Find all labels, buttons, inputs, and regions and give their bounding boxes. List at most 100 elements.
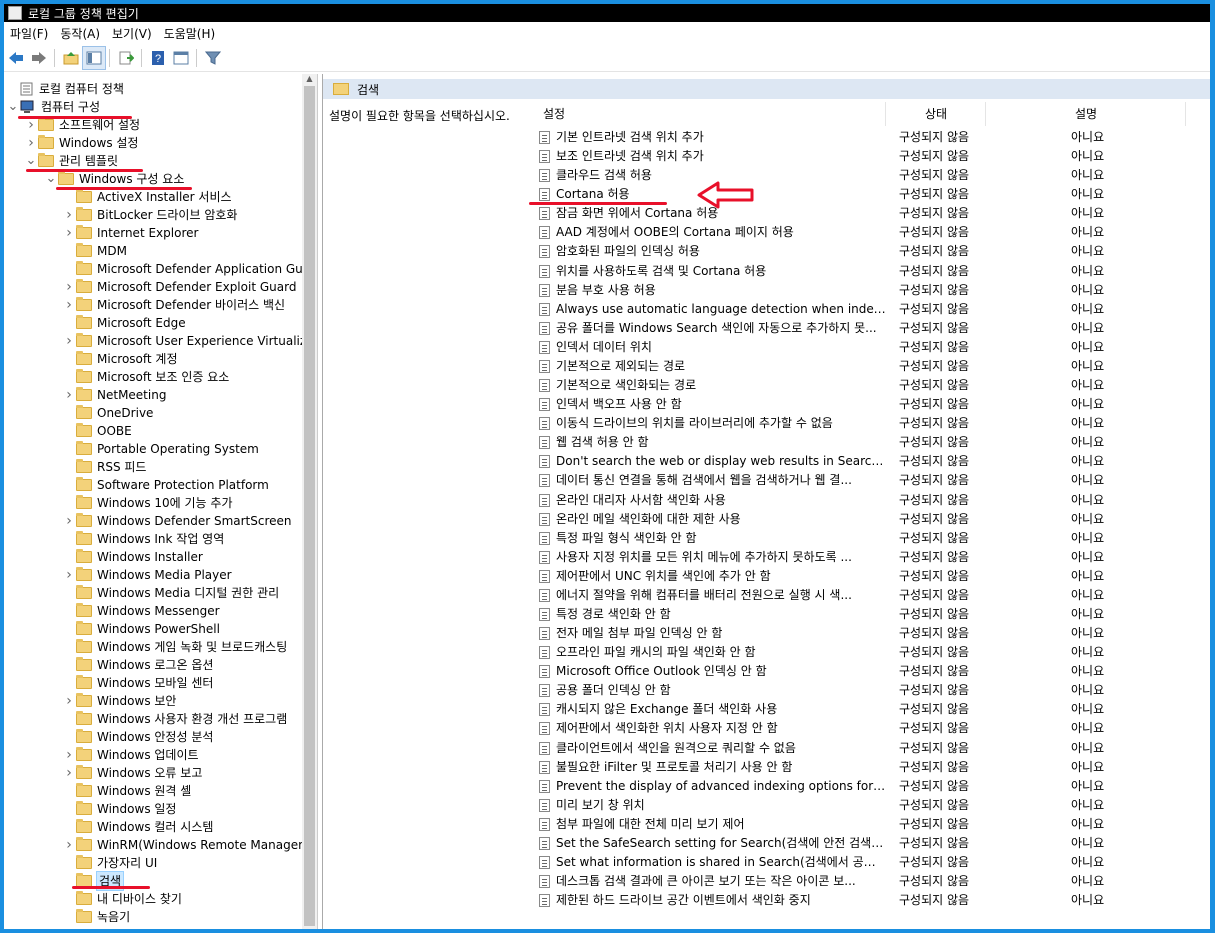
tree-item[interactable]: › Windows 오류 보고 bbox=[62, 764, 202, 782]
show-hide-tree-icon[interactable] bbox=[82, 46, 106, 70]
setting-row[interactable]: 첨부 파일에 대한 전체 미리 보기 제어 구성되지 않음 아니요 bbox=[539, 815, 1104, 834]
tree-item[interactable]: Windows 사용자 환경 개선 프로그램 bbox=[62, 710, 287, 728]
setting-row[interactable]: Set the SafeSearch setting for Search(검색… bbox=[539, 834, 1104, 853]
chevron-right-icon[interactable]: › bbox=[62, 386, 76, 404]
tree-item[interactable]: Windows 원격 셸 bbox=[62, 782, 191, 800]
setting-row[interactable]: 불필요한 iFilter 및 프로토콜 처리기 사용 안 함 구성되지 않음 아니요 bbox=[539, 758, 1104, 777]
setting-row[interactable]: Set what information is shared in Search… bbox=[539, 853, 1104, 872]
setting-row[interactable]: 제어판에서 UNC 위치를 색인에 추가 안 함 구성되지 않음 아니요 bbox=[539, 567, 1104, 586]
chevron-right-icon[interactable]: › bbox=[62, 512, 76, 530]
tree-item[interactable]: Microsoft 보조 인증 요소 bbox=[62, 368, 229, 386]
forward-icon[interactable] bbox=[28, 47, 50, 69]
tree-item[interactable]: Windows 모바일 센터 bbox=[62, 674, 213, 692]
tree-item[interactable]: Windows 일정 bbox=[62, 800, 176, 818]
tree-item[interactable]: ⌄ 관리 템플릿 bbox=[24, 152, 118, 170]
setting-row[interactable]: 미리 보기 창 위치 구성되지 않음 아니요 bbox=[539, 796, 1104, 815]
menu-view[interactable]: 보기(V) bbox=[106, 25, 158, 42]
setting-row[interactable]: 사용자 지정 위치를 모든 위치 메뉴에 추가하지 못하도록 ... 구성되지 않… bbox=[539, 548, 1104, 567]
menu-file[interactable]: 파일(F) bbox=[4, 25, 54, 42]
setting-row[interactable]: 암호화된 파일의 인덱싱 허용 구성되지 않음 아니요 bbox=[539, 242, 1104, 261]
chevron-down-icon[interactable]: ⌄ bbox=[44, 172, 58, 185]
tree-item[interactable]: ⌄ 컴퓨터 구성 bbox=[6, 98, 100, 116]
setting-row[interactable]: 데이터 통신 연결을 통해 검색에서 웹을 검색하거나 웹 결... 구성되지 않… bbox=[539, 471, 1104, 490]
tree-item[interactable]: › Windows Defender SmartScreen bbox=[62, 512, 292, 530]
tree-item[interactable]: Microsoft Defender Application Guar bbox=[62, 260, 315, 278]
scroll-thumb[interactable] bbox=[304, 86, 315, 926]
tree-item[interactable]: MDM bbox=[62, 242, 127, 260]
tree-item[interactable]: ⌄ Windows 구성 요소 bbox=[44, 170, 184, 188]
tree-item[interactable]: › Microsoft Defender Exploit Guard bbox=[62, 278, 296, 296]
tree-scrollbar[interactable]: ▲ bbox=[302, 74, 317, 929]
setting-row[interactable]: 특정 경로 색인화 안 함 구성되지 않음 아니요 bbox=[539, 605, 1104, 624]
setting-row[interactable]: 에너지 절약을 위해 컴퓨터를 배터리 전원으로 실행 시 색... 구성되지 않… bbox=[539, 586, 1104, 605]
help-icon[interactable]: ? bbox=[147, 47, 169, 69]
tree-item[interactable]: 로컬 컴퓨터 정책 bbox=[6, 80, 124, 98]
tree-item[interactable]: Windows 게임 녹화 및 브로드캐스팅 bbox=[62, 638, 287, 656]
tree-item[interactable]: › NetMeeting bbox=[62, 386, 166, 404]
tree-item[interactable]: Windows Messenger bbox=[62, 602, 220, 620]
setting-row[interactable]: 온라인 메일 색인화에 대한 제한 사용 구성되지 않음 아니요 bbox=[539, 510, 1104, 529]
setting-row[interactable]: 기본 인트라넷 검색 위치 추가 구성되지 않음 아니요 bbox=[539, 128, 1104, 147]
tree-item[interactable]: Windows Media 디지털 권한 관리 bbox=[62, 584, 279, 602]
setting-row[interactable]: 전자 메일 첨부 파일 인덱싱 안 함 구성되지 않음 아니요 bbox=[539, 624, 1104, 643]
tree-item[interactable]: Windows Installer bbox=[62, 548, 203, 566]
tree-item[interactable]: 녹음기 bbox=[62, 908, 130, 926]
tree-item[interactable]: › Windows 업데이트 bbox=[62, 746, 199, 764]
tree-item[interactable]: OOBE bbox=[62, 422, 132, 440]
tree-item[interactable]: › Microsoft Defender 바이러스 백신 bbox=[62, 296, 285, 314]
setting-row[interactable]: 클라이언트에서 색인을 원격으로 쿼리할 수 없음 구성되지 않음 아니요 bbox=[539, 739, 1104, 758]
tree-item[interactable]: 가장자리 UI bbox=[62, 854, 157, 872]
column-comment[interactable]: 설명 bbox=[1075, 102, 1097, 126]
tree-item[interactable]: › Windows Media Player bbox=[62, 566, 232, 584]
chevron-right-icon[interactable]: › bbox=[62, 692, 76, 710]
filter-icon[interactable] bbox=[202, 47, 224, 69]
tree-item[interactable]: Windows Ink 작업 영역 bbox=[62, 530, 224, 548]
tree-item[interactable]: › Internet Explorer bbox=[62, 224, 198, 242]
tree-item[interactable]: Microsoft 계정 bbox=[62, 350, 178, 368]
setting-row[interactable]: 웹 검색 허용 안 함 구성되지 않음 아니요 bbox=[539, 433, 1104, 452]
tree-item[interactable]: ActiveX Installer 서비스 bbox=[62, 188, 232, 206]
tree-item[interactable]: › WinRM(Windows Remote Manageme bbox=[62, 836, 317, 854]
setting-row[interactable]: 오프라인 파일 캐시의 파일 색인화 안 함 구성되지 않음 아니요 bbox=[539, 643, 1104, 662]
tree-item[interactable]: Windows 10에 기능 추가 bbox=[62, 494, 232, 512]
chevron-right-icon[interactable]: › bbox=[62, 746, 76, 764]
setting-row[interactable]: 기본적으로 제외되는 경로 구성되지 않음 아니요 bbox=[539, 357, 1104, 376]
chevron-down-icon[interactable]: ⌄ bbox=[24, 154, 38, 167]
chevron-right-icon[interactable]: › bbox=[62, 332, 76, 350]
tree-item[interactable]: Software Protection Platform bbox=[62, 476, 269, 494]
chevron-right-icon[interactable]: › bbox=[62, 224, 76, 242]
tree-item[interactable]: › Microsoft User Experience Virtualizat bbox=[62, 332, 317, 350]
back-icon[interactable] bbox=[5, 47, 27, 69]
setting-row[interactable]: 기본적으로 색인화되는 경로 구성되지 않음 아니요 bbox=[539, 376, 1104, 395]
tree-item[interactable]: Windows 로그온 옵션 bbox=[62, 656, 213, 674]
menu-action[interactable]: 동작(A) bbox=[54, 25, 106, 42]
tree-item[interactable]: Windows 안정성 분석 bbox=[62, 728, 213, 746]
setting-row[interactable]: 특정 파일 형식 색인화 안 함 구성되지 않음 아니요 bbox=[539, 529, 1104, 548]
properties-icon[interactable] bbox=[170, 47, 192, 69]
up-folder-icon[interactable] bbox=[60, 47, 82, 69]
column-state[interactable]: 상태 bbox=[925, 102, 947, 126]
setting-row[interactable]: 캐시되지 않은 Exchange 폴더 색인화 사용 구성되지 않음 아니요 bbox=[539, 700, 1104, 719]
export-list-icon[interactable] bbox=[115, 47, 137, 69]
chevron-right-icon[interactable]: › bbox=[24, 134, 38, 152]
setting-row[interactable]: Always use automatic language detection … bbox=[539, 300, 1104, 319]
column-setting[interactable]: 설정 bbox=[543, 102, 565, 126]
chevron-right-icon[interactable]: › bbox=[62, 278, 76, 296]
tree-item[interactable]: Microsoft Edge bbox=[62, 314, 186, 332]
setting-row[interactable]: 위치를 사용하도록 검색 및 Cortana 허용 구성되지 않음 아니요 bbox=[539, 262, 1104, 281]
setting-row[interactable]: 제한된 하드 드라이브 공간 이벤트에서 색인화 중지 구성되지 않음 아니요 bbox=[539, 891, 1104, 910]
menu-help[interactable]: 도움말(H) bbox=[158, 25, 222, 42]
setting-row[interactable]: 온라인 대리자 사서함 색인화 사용 구성되지 않음 아니요 bbox=[539, 491, 1104, 510]
setting-row[interactable]: Don't search the web or display web resu… bbox=[539, 452, 1104, 471]
tree-item[interactable]: RSS 피드 bbox=[62, 458, 146, 476]
setting-row[interactable]: Microsoft Office Outlook 인덱싱 안 함 구성되지 않음 아… bbox=[539, 662, 1104, 681]
setting-row[interactable]: 분음 부호 사용 허용 구성되지 않음 아니요 bbox=[539, 281, 1104, 300]
setting-row[interactable]: 공용 폴더 인덱싱 안 함 구성되지 않음 아니요 bbox=[539, 681, 1104, 700]
tree-item[interactable]: › Windows 보안 bbox=[62, 692, 176, 710]
setting-row[interactable]: 인덱서 백오프 사용 안 함 구성되지 않음 아니요 bbox=[539, 395, 1104, 414]
chevron-right-icon[interactable]: › bbox=[62, 296, 76, 314]
chevron-right-icon[interactable]: › bbox=[62, 764, 76, 782]
setting-row[interactable]: 이동식 드라이브의 위치를 라이브러리에 추가할 수 없음 구성되지 않음 아니요 bbox=[539, 414, 1104, 433]
setting-row[interactable]: 보조 인트라넷 검색 위치 추가 구성되지 않음 아니요 bbox=[539, 147, 1104, 166]
setting-row[interactable]: Prevent the display of advanced indexing… bbox=[539, 777, 1104, 796]
